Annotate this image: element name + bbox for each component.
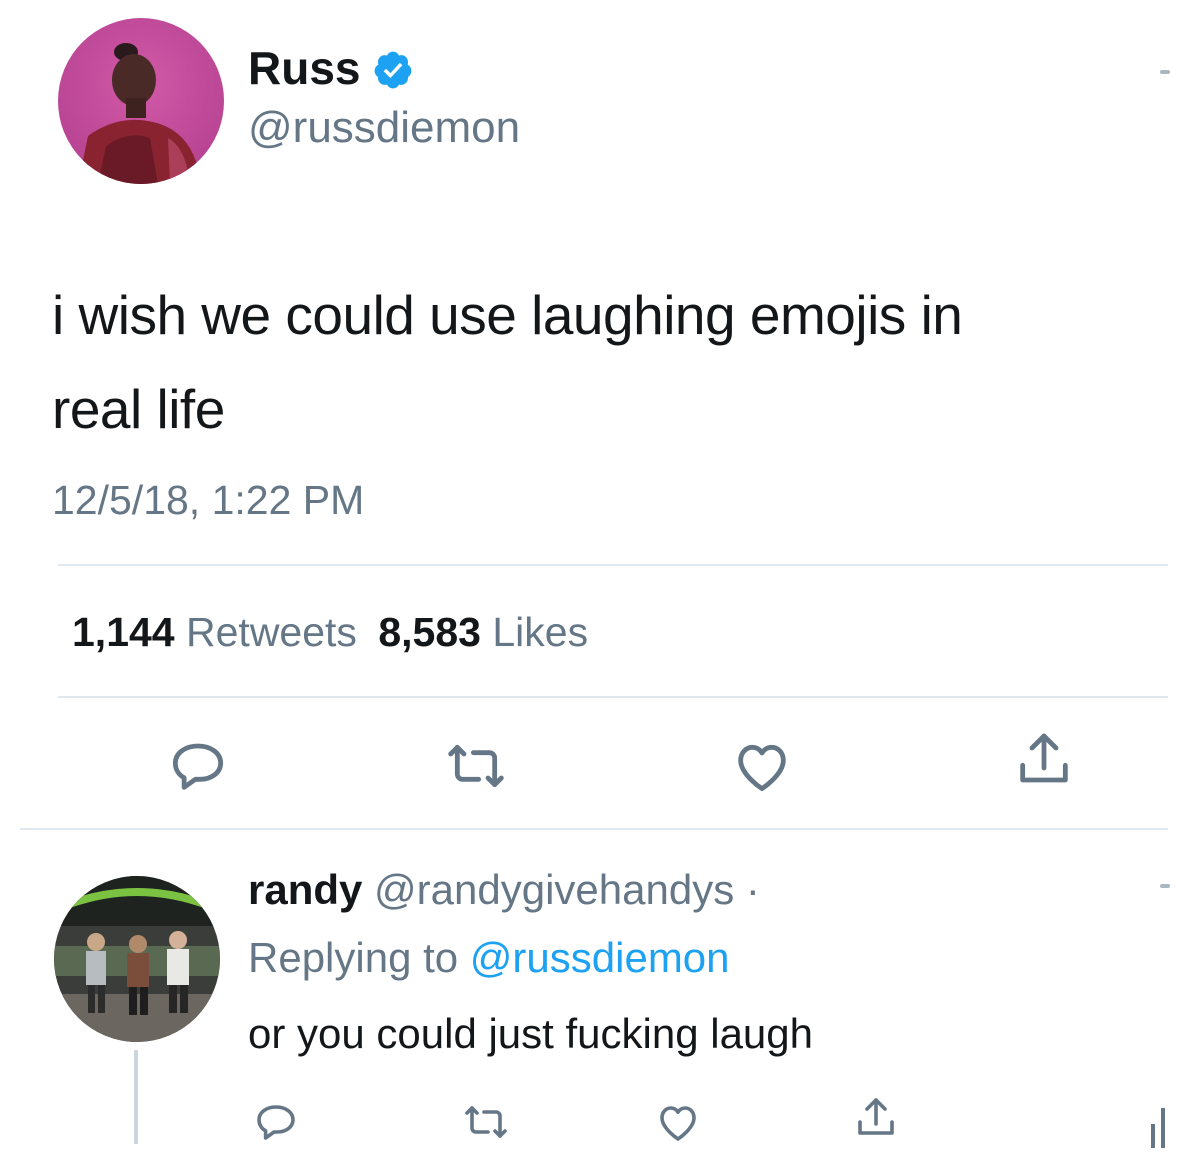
more-options-icon[interactable] (1160, 884, 1170, 888)
retweet-label[interactable]: Retweets (186, 609, 357, 655)
author-handle[interactable]: @russdiemon (248, 100, 520, 156)
share-icon[interactable] (1012, 728, 1076, 792)
verified-badge-icon (372, 47, 414, 89)
like-icon[interactable] (730, 734, 794, 798)
tweet-timestamp[interactable]: 12/5/18, 1:22 PM (52, 472, 364, 528)
analytics-icon[interactable] (1144, 1100, 1174, 1148)
reply-avatar-image (54, 876, 220, 1042)
tweet-text-line: i wish we could use laughing emojis in (52, 284, 963, 346)
author-display-name[interactable]: Russ (248, 40, 360, 96)
tweet-text: i wish we could use laughing emojis in r… (52, 268, 1162, 456)
thread-line (134, 1050, 138, 1144)
reply-avatar[interactable] (54, 876, 220, 1042)
reply-author-name[interactable]: randy (248, 866, 362, 913)
like-icon[interactable] (654, 1098, 702, 1146)
reply-author-row[interactable]: randy @randygivehandys · (248, 862, 760, 918)
separator-dot: · (745, 866, 760, 913)
share-icon[interactable] (852, 1094, 900, 1142)
tweet-text-line: real life (52, 378, 225, 440)
like-count[interactable]: 8,583 (378, 609, 481, 655)
divider (58, 564, 1168, 566)
avatar-image (58, 18, 224, 184)
reply-icon[interactable] (166, 734, 230, 798)
avatar[interactable] (58, 18, 224, 184)
retweet-icon[interactable] (444, 734, 508, 798)
reply-text: or you could just fucking laugh (248, 1010, 814, 1057)
divider (20, 828, 1168, 830)
author-name-row[interactable]: Russ (248, 40, 414, 96)
tweet-stats: 1,144 Retweets 8,583 Likes (72, 604, 588, 660)
more-options-icon[interactable] (1160, 70, 1170, 74)
reply-author-handle[interactable]: @randygivehandys (374, 866, 734, 913)
retweet-icon[interactable] (462, 1098, 510, 1146)
divider (58, 696, 1168, 698)
replying-to-mention[interactable]: @russdiemon (470, 934, 730, 981)
reply-icon[interactable] (252, 1098, 300, 1146)
replying-to: Replying to @russdiemon (248, 930, 730, 986)
retweet-count[interactable]: 1,144 (72, 609, 175, 655)
replying-to-label: Replying to (248, 934, 459, 981)
like-label[interactable]: Likes (492, 609, 588, 655)
